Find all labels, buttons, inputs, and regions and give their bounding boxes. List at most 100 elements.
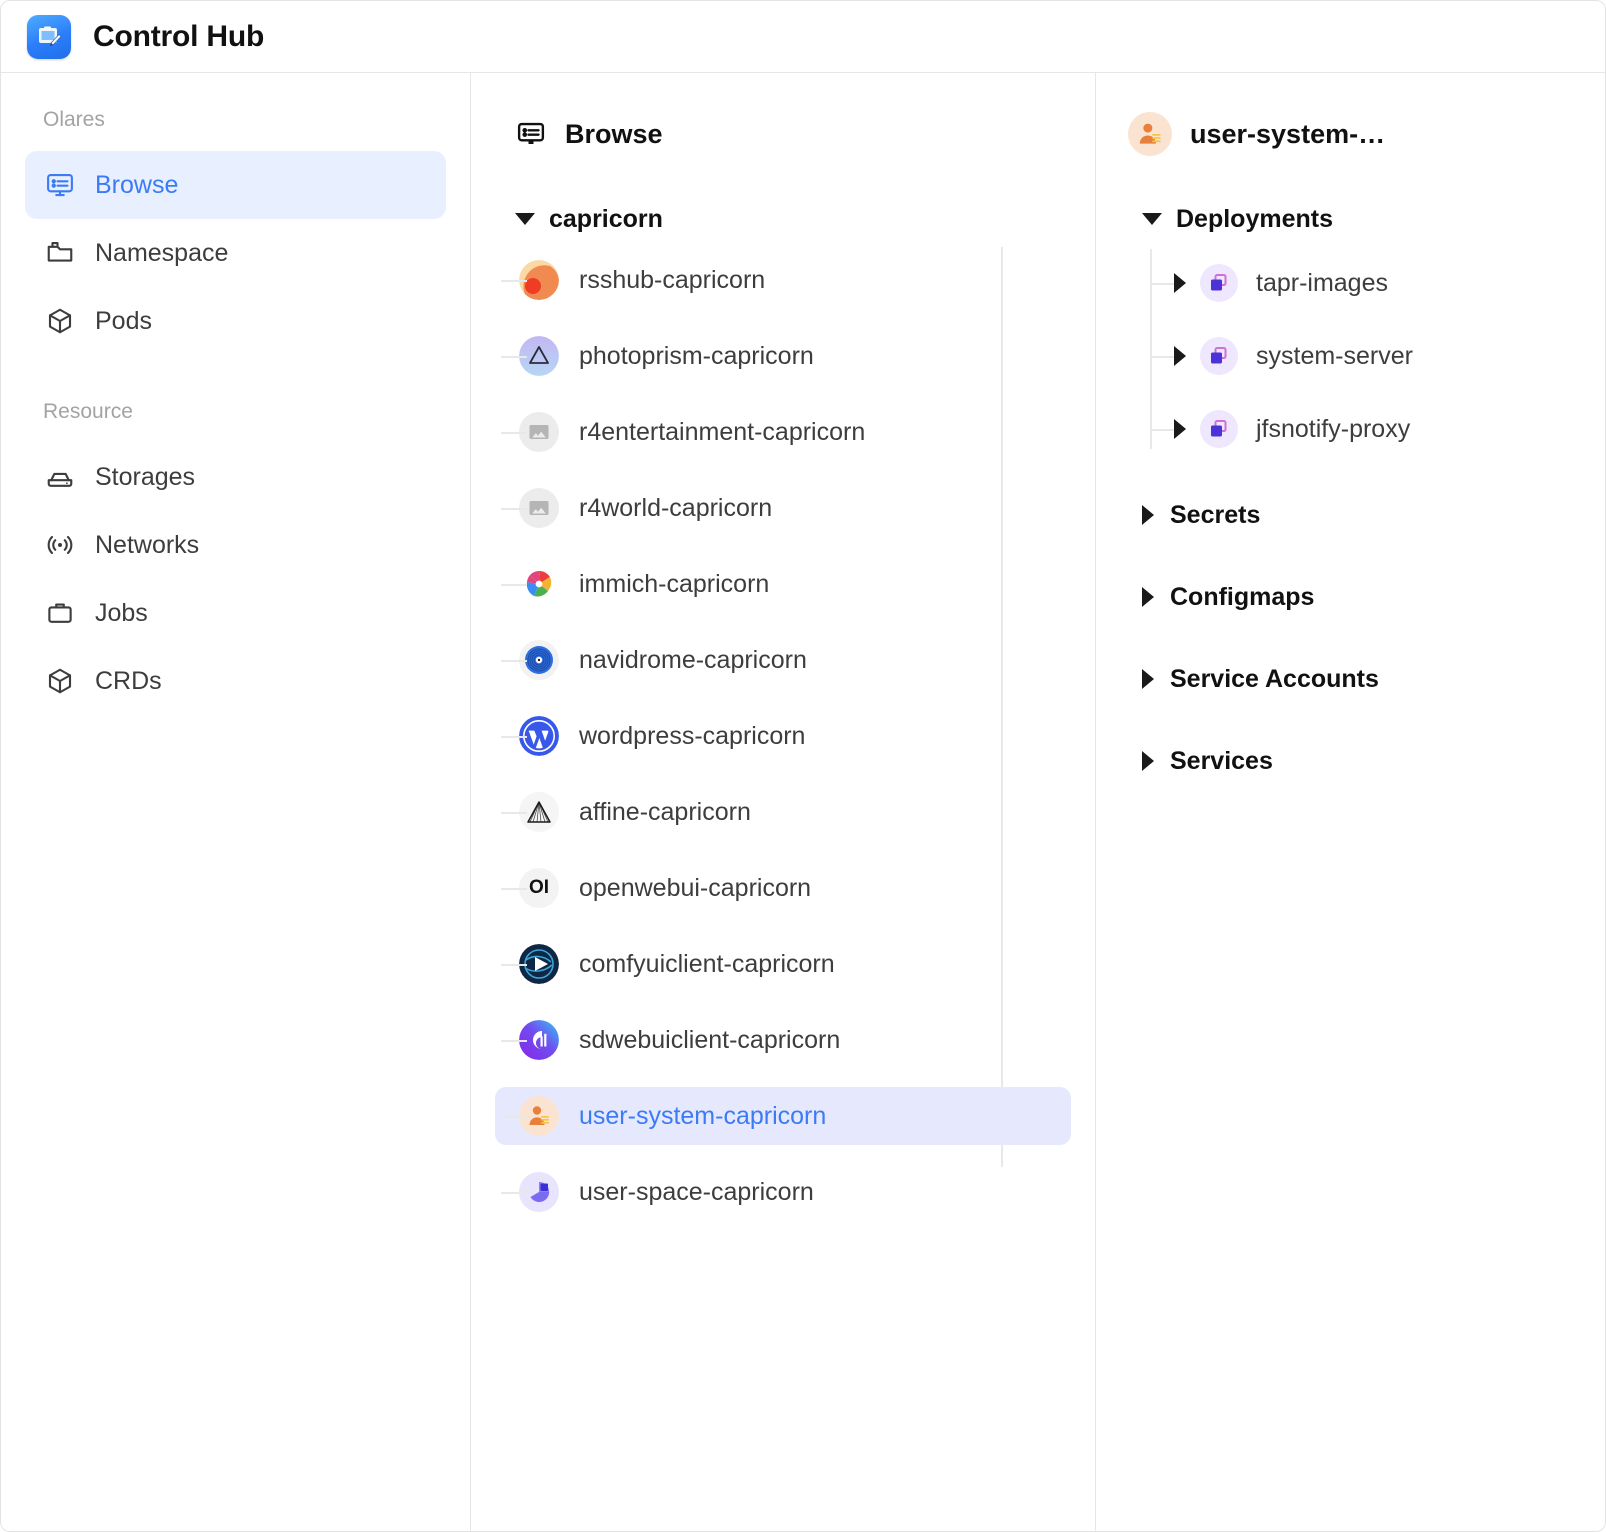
list-item[interactable]: sdwebuiclient-capricorn (495, 1011, 1071, 1069)
list-item-label: openwebui-capricorn (579, 873, 812, 902)
list-item-label: wordpress-capricorn (579, 721, 806, 750)
list-item-label: rsshub-capricorn (579, 265, 766, 294)
sidebar-item-crds[interactable]: CRDs (25, 647, 446, 715)
tree-children: rsshub-capricorn photoprism-capricorn r4… (471, 247, 1095, 1221)
list-item-label: affine-capricorn (579, 797, 751, 826)
resource-group-deployments: Deployments tapr-images system-server jf… (1096, 195, 1605, 457)
pods-cube-icon (43, 304, 77, 338)
list-item[interactable]: comfyuiclient-capricorn (495, 935, 1071, 993)
namespace-folder-icon (43, 236, 77, 270)
sidebar-item-label: Networks (95, 530, 200, 559)
jobs-briefcase-icon (43, 596, 77, 630)
group-label: Configmaps (1170, 582, 1315, 611)
user-system-icon (1128, 112, 1172, 156)
title-bar: Control Hub (1, 1, 1605, 73)
main-columns: Olares Browse Namespace Pods Resource St… (1, 73, 1605, 1531)
resource-group-configmaps: Configmaps (1096, 573, 1605, 621)
resource-group-services: Services (1096, 737, 1605, 785)
crds-cube-icon (43, 664, 77, 698)
panel-title: user-system-… (1190, 118, 1386, 149)
list-item-label: r4world-capricorn (579, 493, 773, 522)
list-item-label: user-space-capricorn (579, 1177, 814, 1206)
deployment-label: jfsnotify-proxy (1256, 414, 1411, 443)
tree-elbow (501, 432, 527, 434)
sidebar-item-networks[interactable]: Networks (25, 511, 446, 579)
browse-screen-icon (43, 168, 77, 202)
chevron-right-icon[interactable] (1174, 346, 1186, 366)
sidebar-item-label: Pods (95, 306, 152, 335)
tree-elbow (501, 1116, 527, 1118)
group-header-configmaps[interactable]: Configmaps (1096, 573, 1605, 621)
tree-elbow (501, 584, 527, 586)
chevron-right-icon[interactable] (1174, 273, 1186, 293)
sidebar-item-storages[interactable]: Storages (25, 443, 446, 511)
chevron-right-icon[interactable] (1142, 587, 1154, 607)
sidebar: Olares Browse Namespace Pods Resource St… (1, 73, 471, 1531)
list-item[interactable]: affine-capricorn (495, 783, 1071, 841)
tree-elbow (501, 1192, 527, 1194)
list-item-label: navidrome-capricorn (579, 645, 807, 674)
sidebar-item-label: Storages (95, 462, 196, 491)
tree-elbow (501, 812, 527, 814)
group-header-secrets[interactable]: Secrets (1096, 491, 1605, 539)
tree-elbow (1150, 283, 1174, 285)
deployment-row[interactable]: system-server (1096, 328, 1605, 384)
list-item[interactable]: user-space-capricorn (495, 1163, 1071, 1221)
sidebar-item-label: CRDs (95, 666, 162, 695)
list-item[interactable]: OI openwebui-capricorn (495, 859, 1071, 917)
deployment-icon (1200, 410, 1238, 448)
tree-elbow (501, 508, 527, 510)
deployment-row[interactable]: tapr-images (1096, 255, 1605, 311)
list-item[interactable]: rsshub-capricorn (495, 251, 1071, 309)
panel-title: Browse (565, 118, 663, 149)
tree-root-capricorn[interactable]: capricorn (471, 197, 1095, 241)
list-item[interactable]: r4entertainment-capricorn (495, 403, 1071, 461)
resource-panel-header: user-system-… (1096, 107, 1605, 161)
group-header-service-accounts[interactable]: Service Accounts (1096, 655, 1605, 703)
browse-panel-header: Browse (471, 107, 1095, 161)
group-header-services[interactable]: Services (1096, 737, 1605, 785)
list-item[interactable]: photoprism-capricorn (495, 327, 1071, 385)
list-item-label: user-system-capricorn (579, 1101, 827, 1130)
resource-group-secrets: Secrets (1096, 491, 1605, 539)
list-item[interactable]: immich-capricorn (495, 555, 1071, 613)
chevron-right-icon[interactable] (1142, 505, 1154, 525)
sidebar-item-namespace[interactable]: Namespace (25, 219, 446, 287)
list-item-label: sdwebuiclient-capricorn (579, 1025, 841, 1054)
browse-screen-icon (515, 118, 547, 150)
group-header-deployments[interactable]: Deployments (1096, 195, 1605, 243)
tree-elbow (1150, 356, 1174, 358)
tree-elbow (501, 660, 527, 662)
sidebar-item-pods[interactable]: Pods (25, 287, 446, 355)
sidebar-item-label: Jobs (95, 598, 148, 627)
tree-elbow (501, 356, 527, 358)
tree-elbow (501, 1040, 527, 1042)
chevron-down-icon[interactable] (515, 213, 535, 225)
group-label: Service Accounts (1170, 664, 1379, 693)
sidebar-item-jobs[interactable]: Jobs (25, 579, 446, 647)
chevron-right-icon[interactable] (1142, 751, 1154, 771)
list-item-label: r4entertainment-capricorn (579, 417, 866, 446)
deployments-children: tapr-images system-server jfsnotify-prox… (1096, 249, 1605, 457)
deployment-row[interactable]: jfsnotify-proxy (1096, 401, 1605, 457)
list-item[interactable]: navidrome-capricorn (495, 631, 1071, 689)
sidebar-item-browse[interactable]: Browse (25, 151, 446, 219)
network-signal-icon (43, 528, 77, 562)
chevron-right-icon[interactable] (1174, 419, 1186, 439)
sidebar-item-label: Browse (95, 170, 179, 199)
chevron-down-icon[interactable] (1142, 213, 1162, 225)
tree-root-label: capricorn (549, 204, 663, 233)
tree-elbow (501, 280, 527, 282)
browse-panel: Browse capricorn rsshub-capricorn photop… (471, 73, 1096, 1531)
deployment-icon (1200, 264, 1238, 302)
resource-group-service-accounts: Service Accounts (1096, 655, 1605, 703)
tree-elbow (501, 736, 527, 738)
list-item[interactable]: r4world-capricorn (495, 479, 1071, 537)
list-item-label: photoprism-capricorn (579, 341, 814, 370)
group-label: Secrets (1170, 500, 1261, 529)
deployment-icon (1200, 337, 1238, 375)
list-item-user-system-capricorn[interactable]: user-system-capricorn (495, 1087, 1071, 1145)
chevron-right-icon[interactable] (1142, 669, 1154, 689)
app-title: Control Hub (93, 19, 265, 53)
list-item[interactable]: wordpress-capricorn (495, 707, 1071, 765)
